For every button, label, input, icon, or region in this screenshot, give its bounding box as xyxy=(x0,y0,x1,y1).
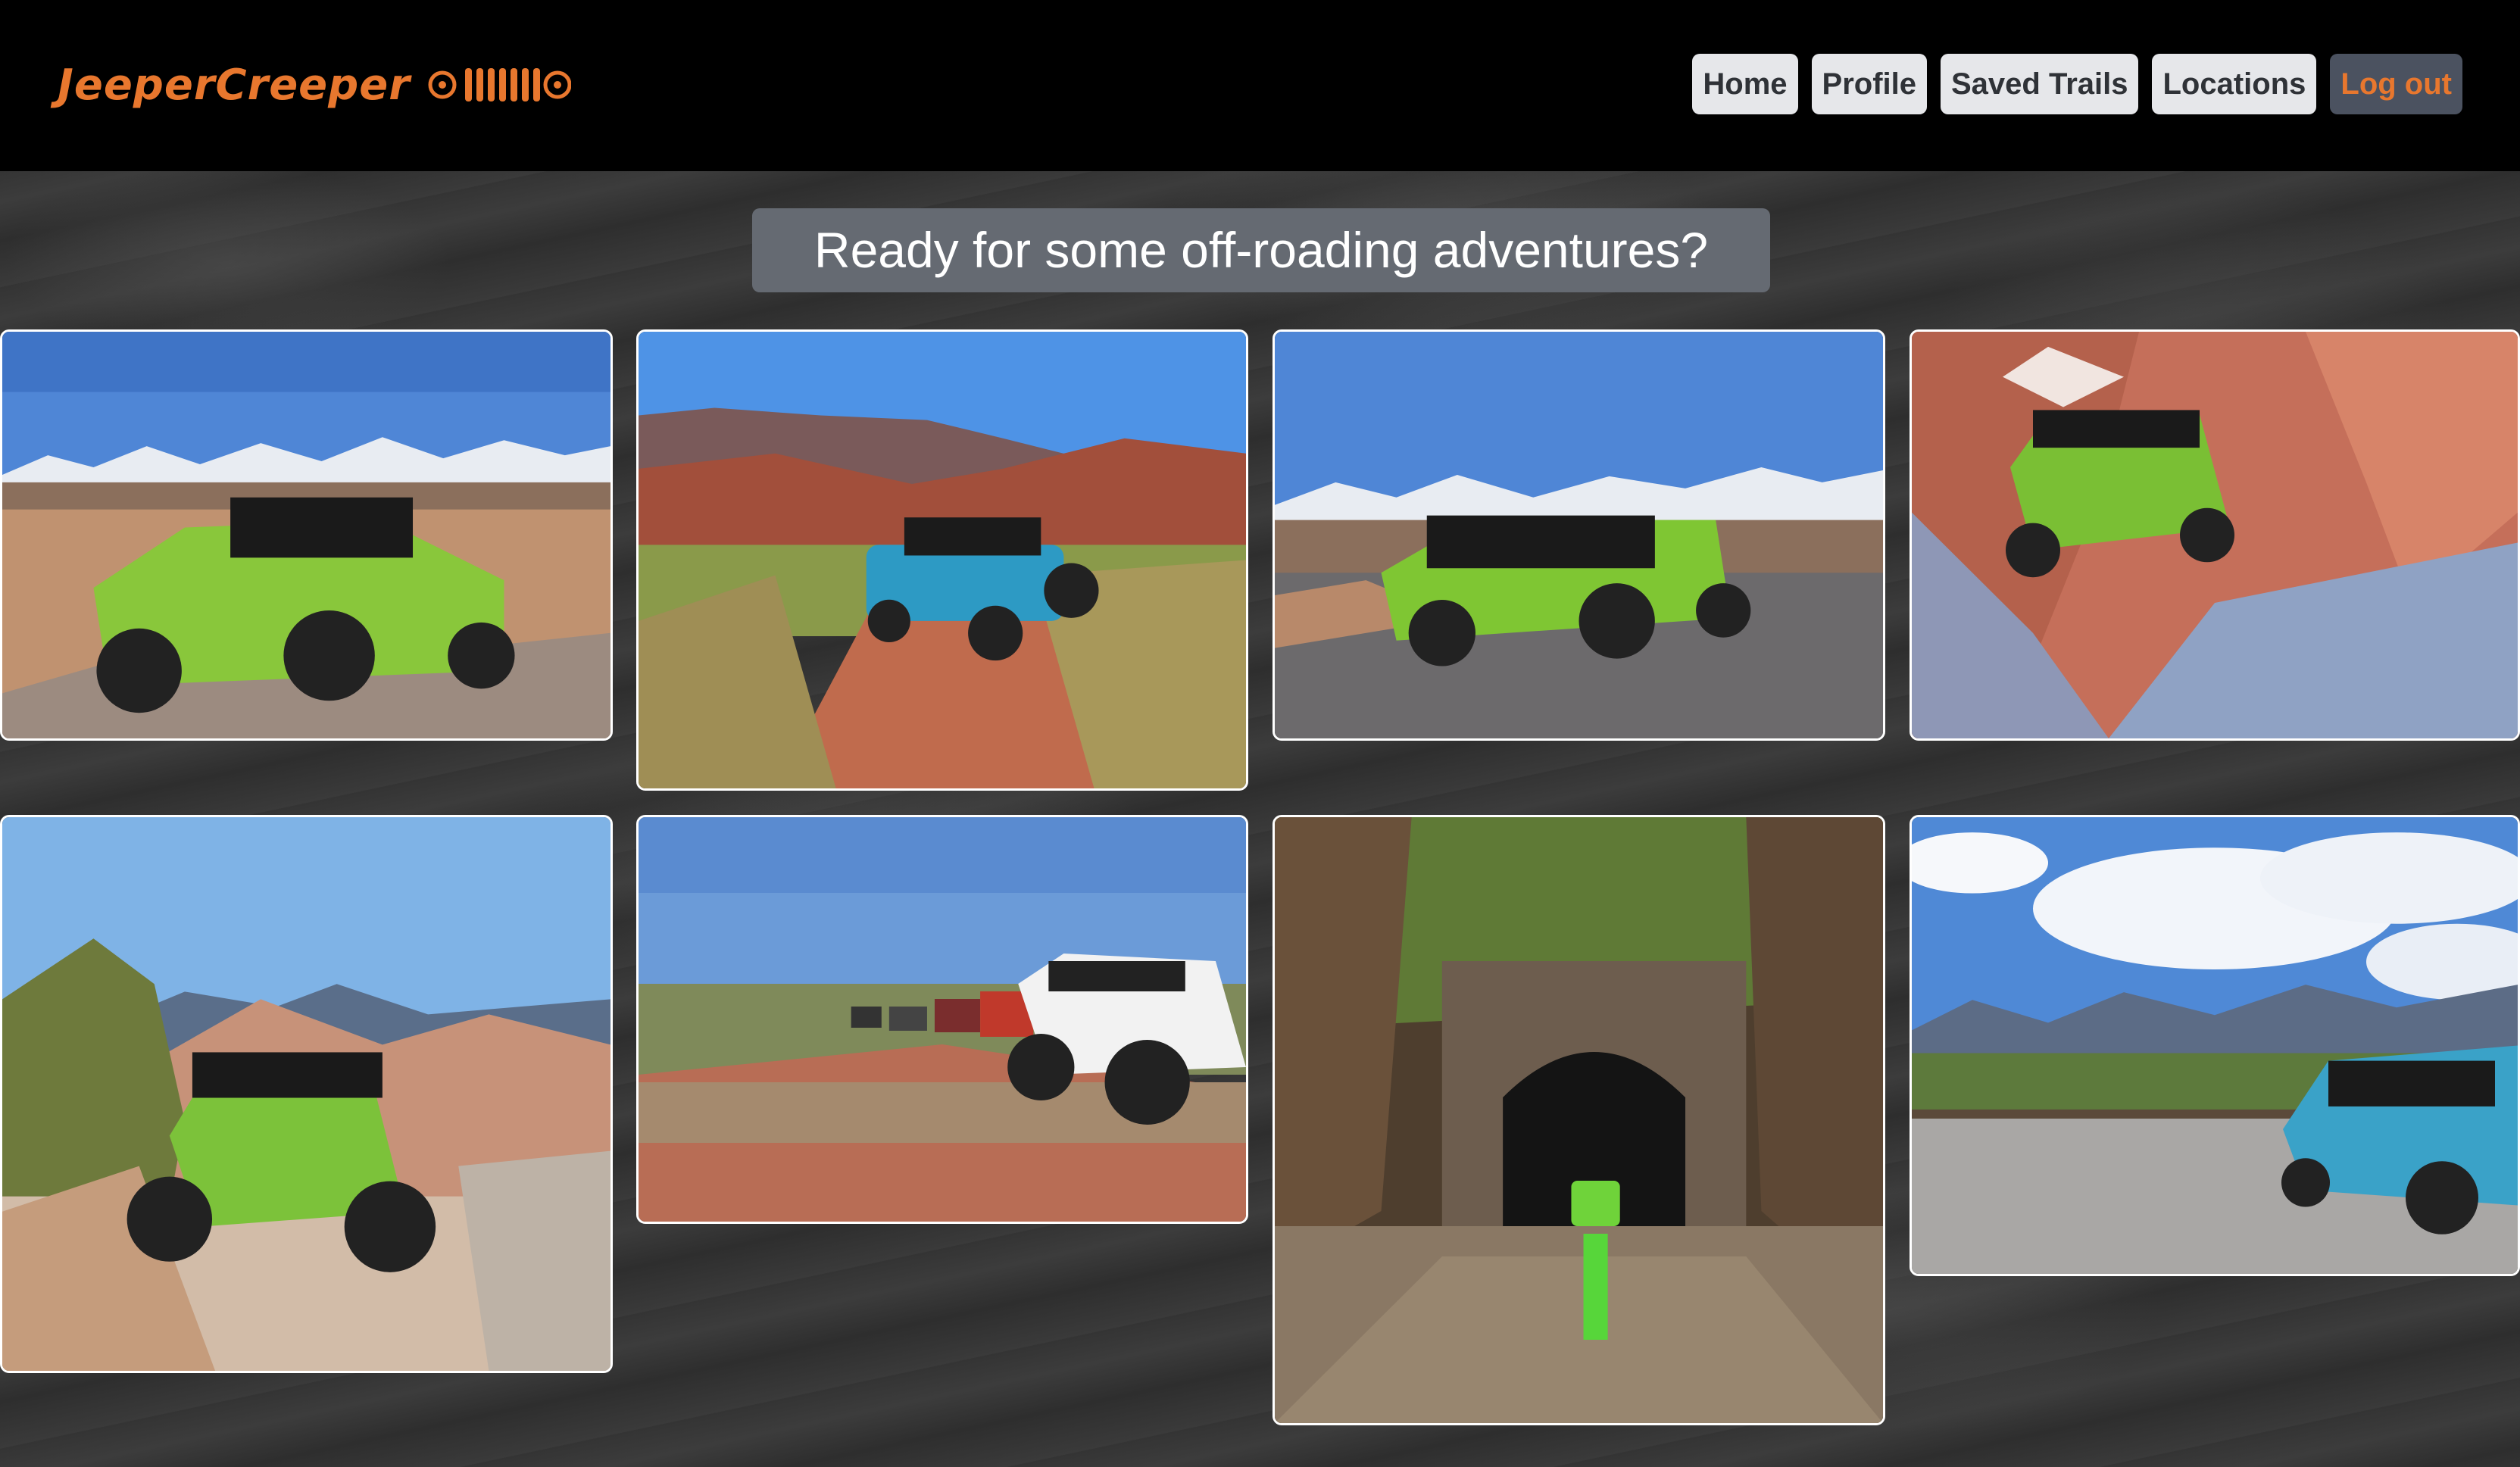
gallery-photo-6[interactable] xyxy=(636,815,1248,1224)
jeep-photo-image xyxy=(2,817,610,1371)
jeep-photo-image xyxy=(1275,332,1883,738)
nav-locations-button[interactable]: Locations xyxy=(2152,54,2317,114)
jeep-photo-image xyxy=(639,817,1246,1222)
nav-profile-button[interactable]: Profile xyxy=(1811,54,1927,114)
brand-name: JeeperCreeper xyxy=(58,60,411,110)
gallery-photo-3[interactable] xyxy=(1272,329,1885,741)
top-navbar: JeeperCreeper Home Profile Saved Trails … xyxy=(0,0,2520,171)
logout-button[interactable]: Log out xyxy=(2330,54,2462,114)
gallery-photo-5[interactable] xyxy=(0,815,613,1373)
main-nav: Home Profile Saved Trails Locations Log … xyxy=(1692,54,2462,114)
jeep-photo-image xyxy=(1912,332,2518,738)
jeep-photo-image xyxy=(1912,817,2518,1274)
gallery-photo-2[interactable] xyxy=(636,329,1248,791)
jeep-photo-image xyxy=(1275,817,1883,1423)
nav-saved-trails-button[interactable]: Saved Trails xyxy=(1941,54,2139,114)
nav-home-button[interactable]: Home xyxy=(1692,54,1798,114)
gallery-photo-4[interactable] xyxy=(1910,329,2520,741)
jeep-photo-image xyxy=(639,332,1246,788)
jeep-grille-icon xyxy=(428,68,571,101)
gallery-photo-1[interactable] xyxy=(0,329,613,741)
gallery-photo-7[interactable] xyxy=(1272,815,1885,1425)
jeep-photo-image xyxy=(2,332,610,738)
brand-logo[interactable]: JeeperCreeper xyxy=(58,47,571,123)
hero-headline: Ready for some off-roading adventures? xyxy=(752,208,1770,292)
gallery-photo-8[interactable] xyxy=(1910,815,2520,1276)
